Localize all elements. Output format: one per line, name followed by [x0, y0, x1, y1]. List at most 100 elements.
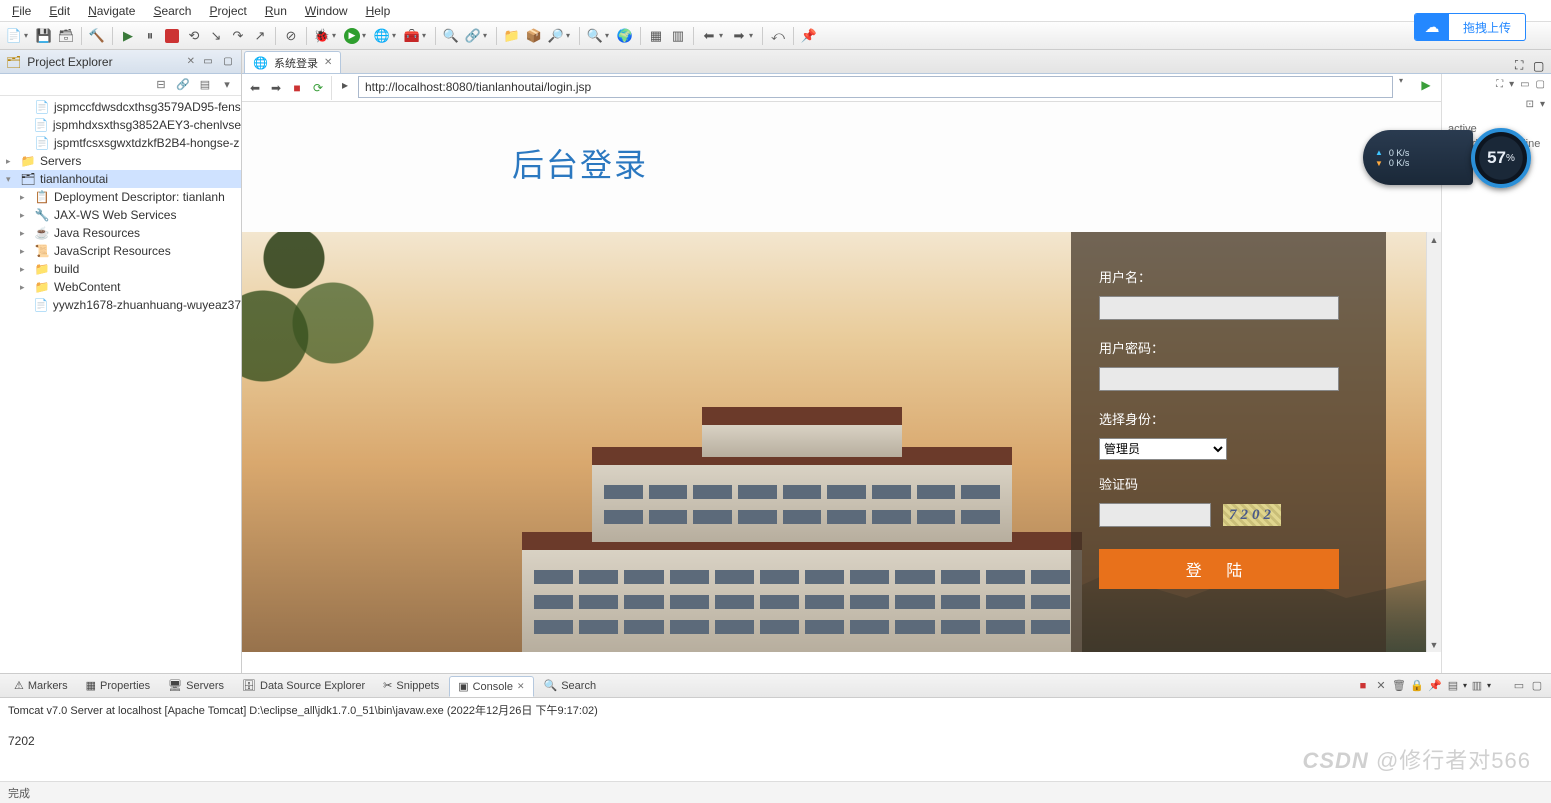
project-tree[interactable]: 📄jspmccfdwsdcxthsg3579AD95-fens📄jspmhdxs… — [0, 96, 241, 673]
clear-console-icon[interactable]: 🗑 — [1391, 678, 1407, 694]
tool-button[interactable]: ▢ — [1533, 59, 1551, 73]
tree-item[interactable]: ▸📁WebContent — [0, 278, 241, 296]
skip-breakpoints-icon[interactable]: ⊘ — [281, 26, 301, 46]
tree-item[interactable]: 📄jspmccfdwsdcxthsg3579AD95-fens — [0, 98, 241, 116]
open-type-icon[interactable]: 🔎 — [546, 26, 566, 46]
tree-item[interactable]: ▸📁Servers — [0, 152, 241, 170]
new-package-icon[interactable]: 📦 — [524, 26, 544, 46]
menu-navigate[interactable]: Navigate — [80, 2, 143, 20]
role-select[interactable]: 管理员 — [1099, 438, 1227, 460]
bottom-tab-data-source-explorer[interactable]: 🗄Data Source Explorer — [234, 676, 373, 695]
tool-button[interactable]: ▦ — [646, 26, 666, 46]
browser-refresh-icon[interactable]: ⟳ — [309, 79, 327, 97]
dropdown-icon[interactable]: ▾ — [605, 31, 613, 40]
open-console-icon[interactable]: ▥ — [1469, 678, 1485, 694]
project-explorer-tab[interactable]: 🗂 Project Explorer ✕ ▭ ▢ — [0, 50, 241, 74]
minimize-icon[interactable]: ▭ — [201, 55, 215, 69]
bottom-tab-properties[interactable]: ▦Properties — [78, 676, 159, 695]
vertical-scrollbar[interactable]: ▲ ▼ — [1426, 232, 1441, 652]
tree-item[interactable]: ▸📋Deployment Descriptor: tianlanh — [0, 188, 241, 206]
url-dropdown-icon[interactable]: ▾ — [1399, 76, 1411, 85]
minimize-icon[interactable]: ▭ — [1511, 678, 1527, 694]
bottom-tab-console[interactable]: ▣Console ✕ — [449, 676, 533, 697]
menu-search[interactable]: Search — [145, 2, 199, 20]
expand-icon[interactable]: ▾ — [6, 174, 16, 185]
step-over-icon[interactable]: ↷ — [228, 26, 248, 46]
expand-icon[interactable]: ▸ — [20, 210, 30, 221]
step-return-icon[interactable]: ↗ — [250, 26, 270, 46]
browser-back-icon[interactable]: ⬅ — [246, 79, 264, 97]
forward-button[interactable]: ➡ — [729, 26, 749, 46]
tree-item[interactable]: ▾🗂tianlanhoutai — [0, 170, 241, 188]
expand-icon[interactable]: ▸ — [20, 228, 30, 239]
tool-button[interactable]: 🔍 — [441, 26, 461, 46]
focus-icon[interactable]: ▤ — [197, 77, 213, 93]
run-button[interactable]: ▶ — [342, 26, 362, 46]
percent-widget[interactable]: 57% — [1471, 128, 1531, 188]
tool-button[interactable]: ⊡ — [1526, 99, 1534, 110]
expand-icon[interactable]: ▸ — [20, 246, 30, 257]
save-all-button[interactable]: 🗃 — [56, 26, 76, 46]
collapse-all-icon[interactable]: ⊟ — [153, 77, 169, 93]
menu-run[interactable]: Run — [257, 2, 295, 20]
debug-button[interactable]: 🐞 — [312, 26, 332, 46]
dropdown-icon[interactable]: ▾ — [362, 31, 370, 40]
browser-home-icon[interactable]: ▸ — [336, 76, 354, 94]
tool-button[interactable]: ▾ — [1509, 79, 1514, 90]
dropdown-icon[interactable]: ▾ — [483, 31, 491, 40]
new-folder-icon[interactable]: 📁 — [502, 26, 522, 46]
url-field[interactable]: http://localhost:8080/tianlanhoutai/logi… — [358, 76, 1393, 98]
pin-console-icon[interactable]: 📌 — [1427, 678, 1443, 694]
tool-button[interactable]: ▥ — [668, 26, 688, 46]
dropdown-icon[interactable]: ▾ — [749, 31, 757, 40]
menu-file[interactable]: File — [4, 2, 39, 20]
dropdown-icon[interactable]: ▾ — [566, 31, 574, 40]
tree-item[interactable]: 📄jspmtfcsxsgwxtdzkfB2B4-hongse-z — [0, 134, 241, 152]
bottom-tab-servers[interactable]: 🖥Servers — [160, 676, 232, 695]
search-button[interactable]: 🔍 — [585, 26, 605, 46]
captcha-image[interactable]: 7202 — [1223, 504, 1281, 526]
tree-item[interactable]: ▸☕Java Resources — [0, 224, 241, 242]
tool-button[interactable]: ⤺ — [768, 26, 788, 46]
scroll-down-icon[interactable]: ▼ — [1427, 637, 1441, 652]
dropdown-icon[interactable]: ▾ — [422, 31, 430, 40]
close-icon[interactable]: ✕ — [517, 681, 525, 692]
menu-project[interactable]: Project — [201, 2, 254, 20]
captcha-input[interactable] — [1099, 503, 1211, 527]
debug-stop-icon[interactable] — [162, 26, 182, 46]
login-submit-button[interactable]: 登 陆 — [1099, 549, 1339, 589]
browser-stop-icon[interactable]: ■ — [288, 79, 306, 97]
menu-help[interactable]: Help — [358, 2, 399, 20]
debug-pause-icon[interactable]: ⏸ — [140, 26, 160, 46]
tree-item[interactable]: 📄yywzh1678-zhuanhuang-wuyeaz37 — [0, 296, 241, 314]
debug-resume-icon[interactable]: ▶ — [118, 26, 138, 46]
expand-icon[interactable]: ▸ — [6, 156, 16, 167]
dropdown-icon[interactable]: ▾ — [392, 31, 400, 40]
bottom-tab-snippets[interactable]: ✂Snippets — [375, 676, 447, 695]
network-monitor-widget[interactable]: ▲▼ 0 K/s0 K/s — [1363, 130, 1473, 185]
outline-dropdown-icon[interactable]: ▾ — [1540, 99, 1545, 110]
scroll-up-icon[interactable]: ▲ — [1427, 232, 1441, 247]
tool-button[interactable]: ⛶ — [1515, 58, 1533, 73]
view-menu-icon[interactable]: ▾ — [219, 77, 235, 93]
remove-terminated-icon[interactable]: ✕ — [1373, 678, 1389, 694]
tree-item[interactable]: ▸📜JavaScript Resources — [0, 242, 241, 260]
bottom-tab-markers[interactable]: ⚠Markers — [6, 676, 76, 695]
minimize-icon[interactable]: ▭ — [1520, 79, 1529, 90]
new-button[interactable]: 📄 — [4, 26, 24, 46]
tool-button[interactable]: 📌 — [799, 26, 819, 46]
dropdown-icon[interactable]: ▾ — [24, 31, 32, 40]
tree-item[interactable]: ▸🔧JAX-WS Web Services — [0, 206, 241, 224]
browser-forward-icon[interactable]: ➡ — [267, 79, 285, 97]
maximize-icon[interactable]: ▢ — [1529, 678, 1545, 694]
tree-item[interactable]: 📄jspmhdxsxthsg3852AEY3-chenlvse — [0, 116, 241, 134]
run-on-server-button[interactable]: 🌐 — [372, 26, 392, 46]
save-button[interactable]: 💾 — [34, 26, 54, 46]
scroll-lock-icon[interactable]: 🔒 — [1409, 678, 1425, 694]
back-button[interactable]: ⬅ — [699, 26, 719, 46]
tool-button[interactable]: 🌍 — [615, 26, 635, 46]
tool-button[interactable]: ⛶ — [1496, 79, 1503, 90]
expand-icon[interactable]: ▸ — [20, 264, 30, 275]
browser-go-icon[interactable]: ▶ — [1417, 76, 1435, 94]
terminate-icon[interactable]: ■ — [1355, 678, 1371, 694]
